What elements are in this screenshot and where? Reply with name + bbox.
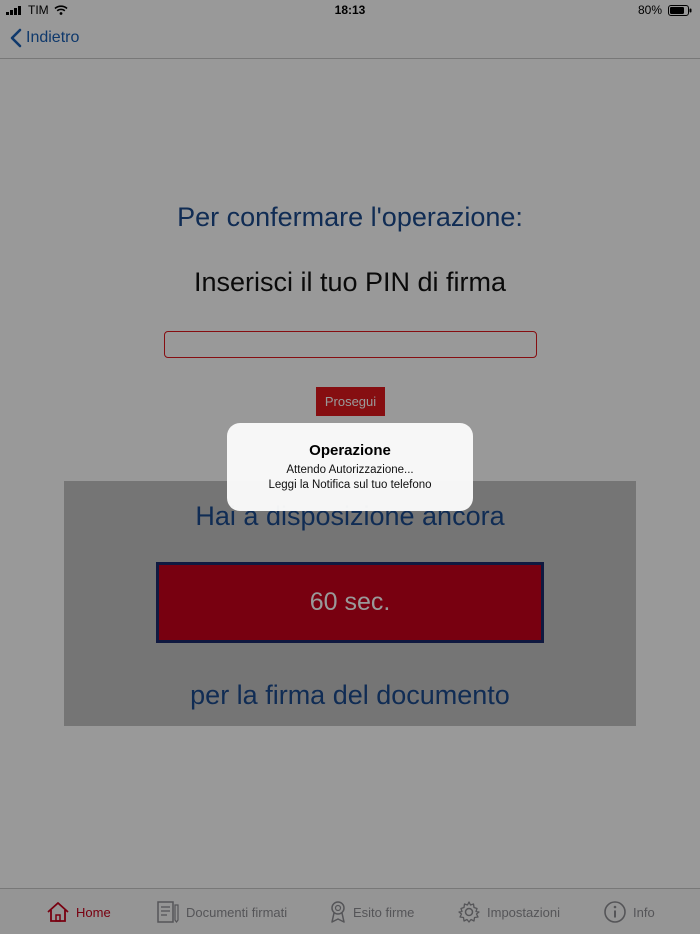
alert-message: Attendo Autorizzazione... Leggi la Notif… [227, 463, 473, 493]
alert-dialog: Operazione Attendo Autorizzazione... Leg… [227, 423, 473, 511]
alert-message-line-1: Attendo Autorizzazione... [286, 464, 414, 476]
alert-title: Operazione [309, 442, 391, 459]
alert-message-line-2: Leggi la Notifica sul tuo telefono [268, 479, 432, 491]
